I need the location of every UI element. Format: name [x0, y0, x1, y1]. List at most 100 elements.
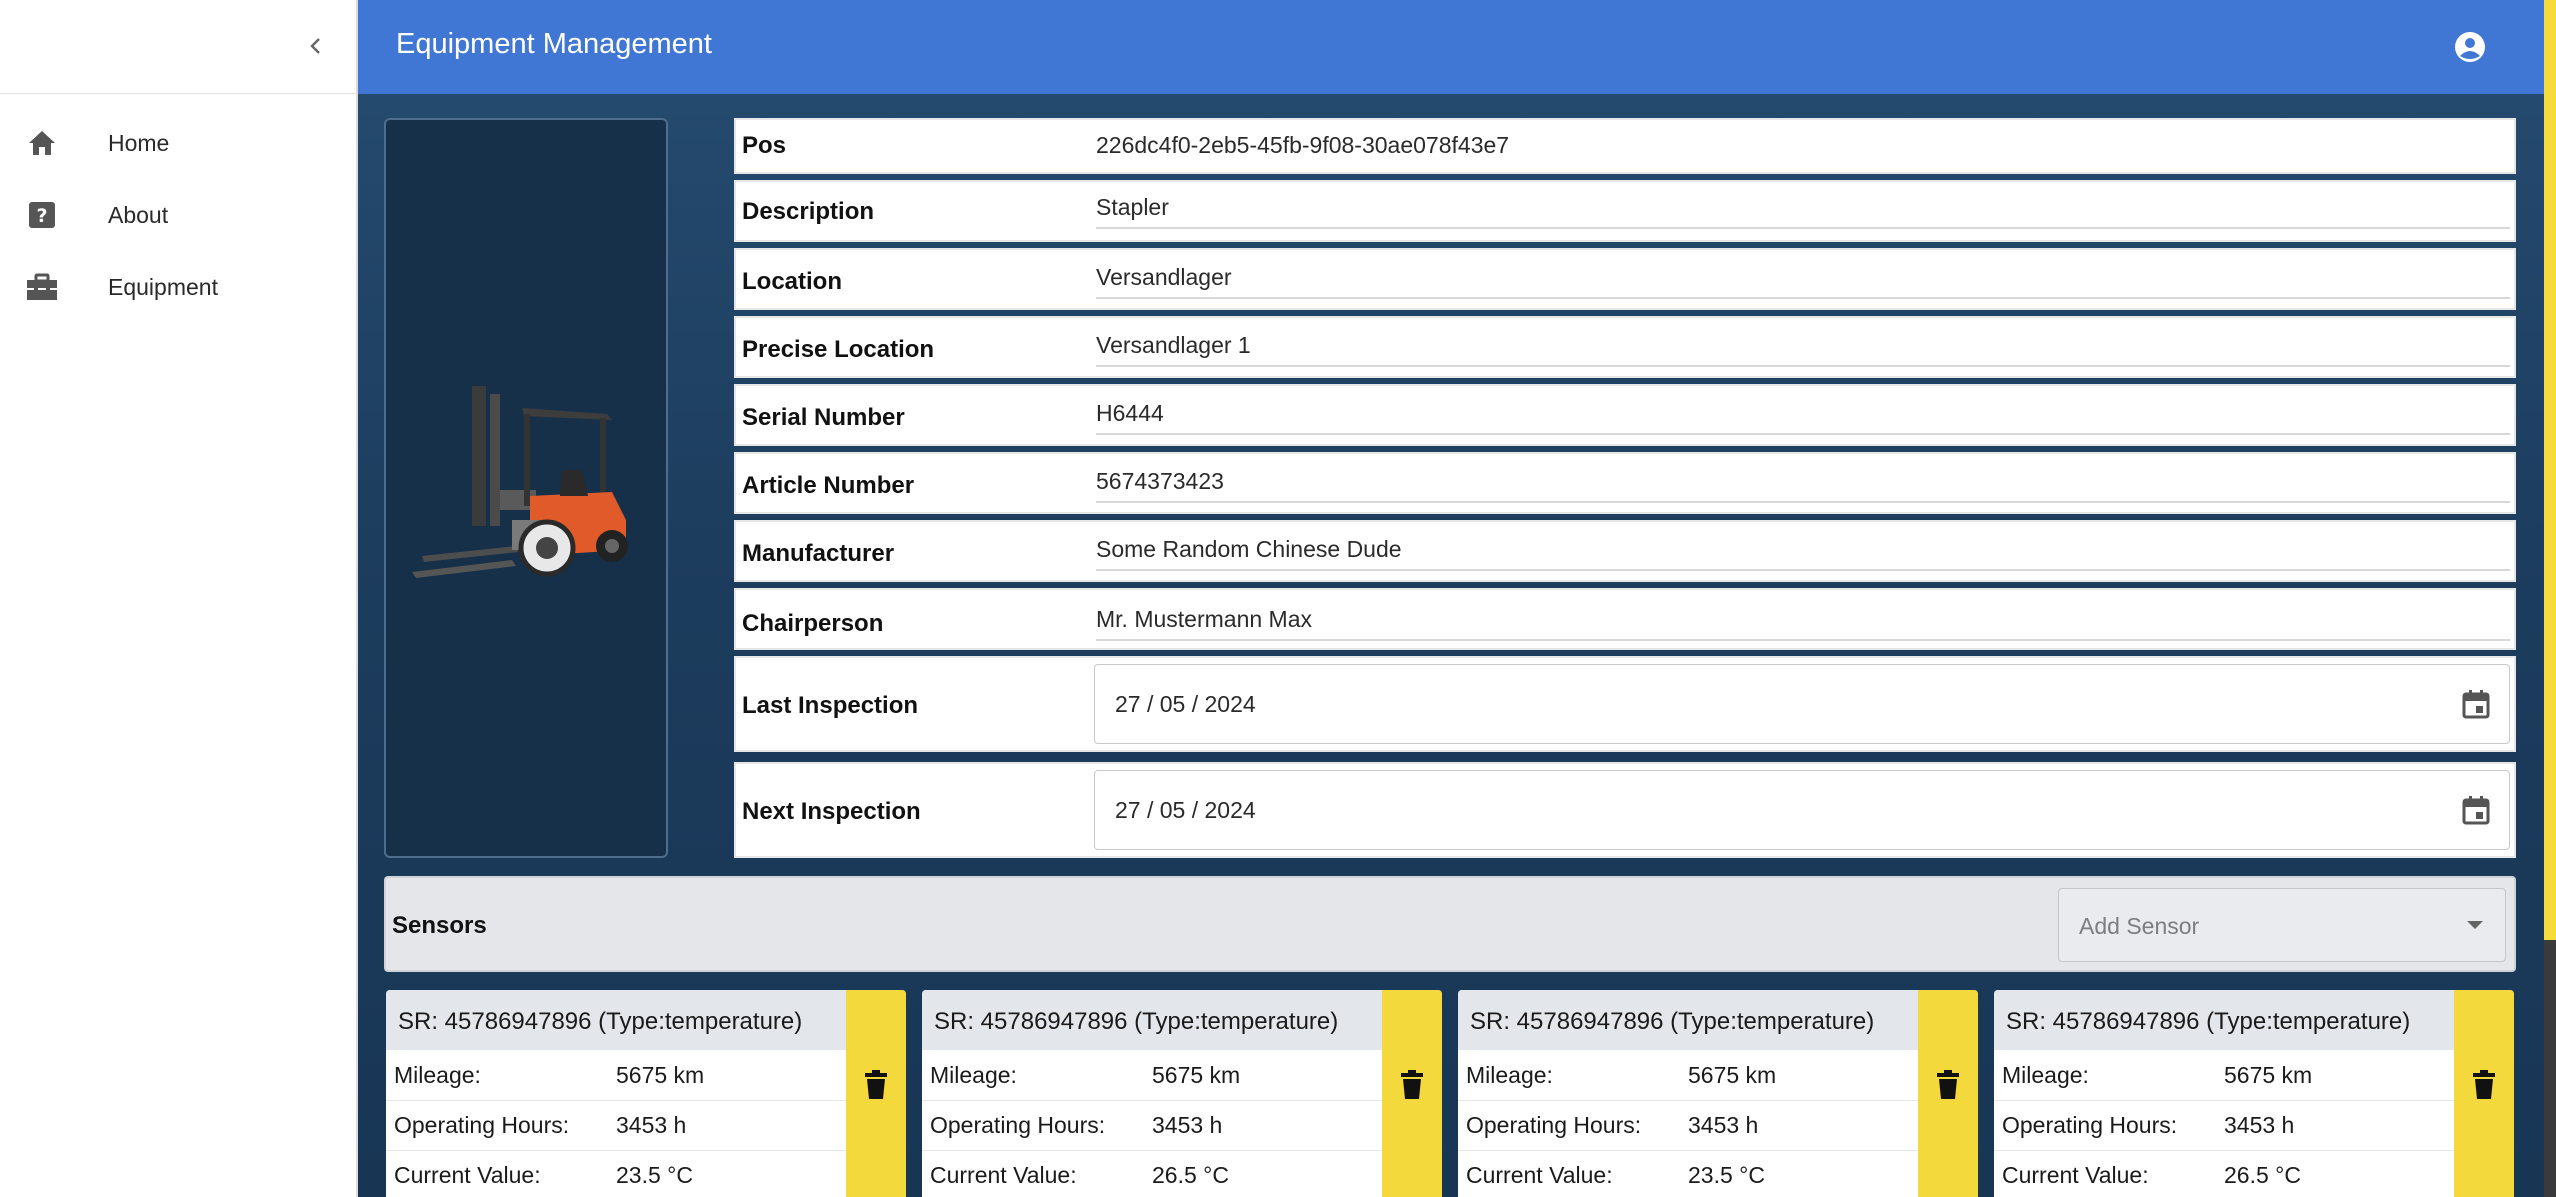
hours-label: Operating Hours: [394, 1112, 570, 1138]
sensor-row-mileage: Mileage: 5675 km [1458, 1050, 1918, 1101]
hours-label: Operating Hours: [930, 1112, 1106, 1138]
sensor-card-header: SR: 45786947896 (Type:temperature) [1994, 990, 2454, 1050]
mileage-label: Mileage: [1466, 1062, 1553, 1088]
sidebar-item-about[interactable]: ? About [0, 185, 358, 245]
sensor-card-header: SR: 45786947896 (Type:temperature) [386, 990, 846, 1050]
sensor-row-hours: Operating Hours: 3453 h [1994, 1100, 2454, 1151]
mileage-value: 5675 km [616, 1062, 705, 1088]
current-value: 26.5 °C [2224, 1162, 2301, 1188]
sidebar-item-home[interactable]: Home [0, 113, 358, 173]
current-label: Current Value: [1466, 1162, 1613, 1188]
delete-sensor-button[interactable] [2454, 990, 2514, 1197]
precise-location-input[interactable]: Versandlager 1 [1096, 332, 2510, 367]
add-sensor-select[interactable]: Add Sensor [2058, 888, 2506, 962]
sensor-title: SR: 45786947896 (Type:temperature) [398, 1008, 803, 1035]
toolbox-icon [26, 271, 58, 303]
delete-sensor-button[interactable] [1918, 990, 1978, 1197]
current-value: 23.5 °C [616, 1162, 693, 1188]
sidebar-item-label: Equipment [108, 273, 218, 300]
field-pos: Pos 226dc4f0-2eb5-45fb-9f08-30ae078f43e7 [734, 118, 2516, 174]
page-title: Equipment Management [396, 28, 712, 60]
sensors-title: Sensors [392, 912, 487, 939]
field-last-inspection: Last Inspection 27 / 05 / 2024 [734, 656, 2516, 752]
field-manufacturer[interactable]: Manufacturer Some Random Chinese Dude [734, 520, 2516, 582]
article-number-input[interactable]: 5674373423 [1096, 468, 2510, 503]
sensor-row-current: Current Value: 26.5 °C [1994, 1150, 2454, 1197]
location-input[interactable]: Versandlager [1096, 264, 2510, 299]
equipment-image-panel [384, 118, 668, 858]
current-label: Current Value: [930, 1162, 1077, 1188]
field-label: Article Number [742, 472, 915, 499]
help-icon: ? [26, 199, 58, 231]
field-label: Chairperson [742, 610, 884, 637]
sensor-card: SR: 45786947896 (Type:temperature) Milea… [922, 990, 1442, 1197]
app-header: Equipment Management [358, 0, 2544, 94]
calendar-icon[interactable] [2459, 687, 2493, 721]
chairperson-input[interactable]: Mr. Mustermann Max [1096, 606, 2510, 641]
account-circle-icon [2455, 32, 2485, 62]
sensor-title: SR: 45786947896 (Type:temperature) [934, 1008, 1339, 1035]
field-chairperson[interactable]: Chairperson Mr. Mustermann Max [734, 588, 2516, 650]
mileage-label: Mileage: [930, 1062, 1017, 1088]
mileage-label: Mileage: [394, 1062, 481, 1088]
serial-number-input[interactable]: H6444 [1096, 400, 2510, 435]
field-location[interactable]: Location Versandlager [734, 248, 2516, 310]
trash-icon [1937, 1070, 1959, 1099]
sidebar-item-equipment[interactable]: Equipment [0, 257, 358, 317]
sensor-row-hours: Operating Hours: 3453 h [386, 1100, 846, 1151]
sensor-card: SR: 45786947896 (Type:temperature) Milea… [1994, 990, 2514, 1197]
delete-sensor-button[interactable] [846, 990, 906, 1197]
last-inspection-date-input[interactable]: 27 / 05 / 2024 [1094, 664, 2510, 744]
sensor-title: SR: 45786947896 (Type:temperature) [1470, 1008, 1875, 1035]
calendar-icon[interactable] [2459, 793, 2493, 827]
sidebar-item-label: About [108, 201, 169, 228]
pos-value: 226dc4f0-2eb5-45fb-9f08-30ae078f43e7 [1096, 132, 1510, 158]
trash-icon [1401, 1070, 1423, 1099]
sensor-row-mileage: Mileage: 5675 km [922, 1050, 1382, 1101]
hours-label: Operating Hours: [2002, 1112, 2178, 1138]
mileage-value: 5675 km [2224, 1062, 2313, 1088]
sensor-row-mileage: Mileage: 5675 km [386, 1050, 846, 1101]
field-precise-location[interactable]: Precise Location Versandlager 1 [734, 316, 2516, 378]
current-value: 23.5 °C [1688, 1162, 1765, 1188]
sidebar: Home ? About Equipment [0, 0, 358, 1197]
scrollbar-thumb[interactable] [2544, 940, 2556, 1197]
sensor-card: SR: 45786947896 (Type:temperature) Milea… [1458, 990, 1978, 1197]
trash-icon [865, 1070, 887, 1099]
sensor-title: SR: 45786947896 (Type:temperature) [2006, 1008, 2411, 1035]
mileage-value: 5675 km [1152, 1062, 1241, 1088]
field-label: Manufacturer [742, 540, 895, 567]
field-serial-number[interactable]: Serial Number H6444 [734, 384, 2516, 446]
field-label: Description [742, 198, 875, 225]
description-input[interactable]: Stapler [1096, 194, 2510, 229]
date-value: 27 / 05 / 2024 [1115, 796, 1256, 823]
sensor-row-current: Current Value: 23.5 °C [1458, 1150, 1918, 1197]
sensor-card-header: SR: 45786947896 (Type:temperature) [922, 990, 1382, 1050]
add-sensor-placeholder: Add Sensor [2079, 913, 2200, 939]
hours-value: 3453 h [1688, 1112, 1759, 1138]
current-label: Current Value: [2002, 1162, 2149, 1188]
next-inspection-date-input[interactable]: 27 / 05 / 2024 [1094, 770, 2510, 850]
sensor-row-hours: Operating Hours: 3453 h [1458, 1100, 1918, 1151]
current-label: Current Value: [394, 1162, 541, 1188]
field-label: Precise Location [742, 336, 935, 363]
delete-sensor-button[interactable] [1382, 990, 1442, 1197]
manufacturer-input[interactable]: Some Random Chinese Dude [1096, 536, 2510, 571]
home-icon [26, 127, 58, 159]
chevron-left-icon [310, 38, 320, 54]
collapse-sidebar-button[interactable] [296, 26, 336, 66]
field-label: Next Inspection [742, 798, 921, 825]
svg-text:?: ? [36, 205, 47, 227]
dropdown-arrow-icon [2467, 921, 2483, 929]
current-value: 26.5 °C [1152, 1162, 1229, 1188]
date-value: 27 / 05 / 2024 [1115, 690, 1256, 717]
main-content: Pos 226dc4f0-2eb5-45fb-9f08-30ae078f43e7… [358, 94, 2544, 1197]
hours-value: 3453 h [2224, 1112, 2295, 1138]
field-description[interactable]: Description Stapler [734, 180, 2516, 242]
forklift-image [412, 386, 628, 578]
field-label: Pos [742, 132, 787, 159]
field-article-number[interactable]: Article Number 5674373423 [734, 452, 2516, 514]
mileage-label: Mileage: [2002, 1062, 2089, 1088]
account-button[interactable] [2448, 25, 2492, 69]
hours-value: 3453 h [1152, 1112, 1223, 1138]
